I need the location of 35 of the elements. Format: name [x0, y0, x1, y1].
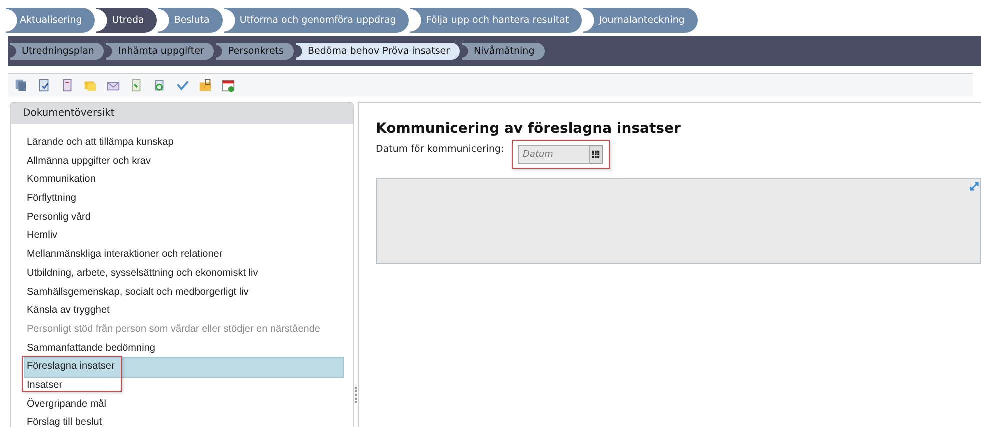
documents-icon[interactable] — [14, 78, 29, 93]
panel-header: Dokumentöversikt — [11, 103, 353, 124]
step-tab[interactable]: Bedöma behov Pröva insatser — [296, 42, 460, 60]
field-label: Datum för kommunicering: — [376, 144, 506, 155]
process-tab[interactable]: Utforma och genomföra uppdrag — [224, 8, 410, 33]
process-tab[interactable]: Besluta — [158, 8, 223, 33]
document-item[interactable]: Mellanmänskliga interaktioner och relationer — [25, 246, 343, 265]
folder-lock-icon[interactable] — [198, 78, 213, 93]
document-item[interactable]: Lärande och att tillämpa kunskap — [25, 134, 343, 153]
document-item[interactable]: Övergripande mål — [25, 396, 343, 414]
step-tab[interactable]: Inhämta uppgifter — [106, 42, 214, 60]
document-item[interactable]: Allmänna uppgifter och krav — [25, 152, 343, 172]
process-tab[interactable]: Utreda — [96, 8, 158, 33]
document-item[interactable]: Känsla av trygghet — [25, 302, 343, 321]
document-item[interactable]: Insatser — [25, 376, 343, 396]
date-field[interactable]: Datum — [518, 145, 590, 164]
document-item[interactable]: Förslag till beslut — [25, 414, 343, 427]
step-tab[interactable]: Nivåmätning — [462, 42, 545, 60]
document-item[interactable]: Förflyttning — [25, 190, 343, 209]
calendar-icon[interactable] — [221, 78, 236, 93]
document-item[interactable]: Personlig vård — [25, 208, 343, 228]
expand-icon[interactable] — [970, 181, 980, 191]
document-item[interactable]: Föreslagna insatser — [25, 358, 343, 377]
document-item[interactable]: Hemliv — [25, 227, 343, 246]
section-heading: Kommunicering av föreslagna insatser — [376, 121, 682, 137]
step-tab[interactable]: Personkrets — [216, 42, 294, 60]
process-tab[interactable]: Aktualisering — [6, 8, 96, 33]
document-item[interactable]: Sammanfattande bedömning — [25, 340, 343, 358]
calendar-icon[interactable] — [590, 145, 603, 164]
document-item[interactable]: Utbildning, arbete, sysselsättning och ekonomiskt liv — [25, 264, 343, 284]
process-tab[interactable]: Journalanteckning — [583, 8, 698, 33]
process-tab[interactable]: Följa upp och hantera resultat — [410, 8, 582, 33]
document-item[interactable]: Samhällsgemenskap, socialt och medborgerligt liv — [25, 284, 343, 302]
step-tab[interactable]: Utredningsplan — [10, 42, 104, 60]
document-item[interactable]: Kommunikation — [25, 171, 343, 190]
